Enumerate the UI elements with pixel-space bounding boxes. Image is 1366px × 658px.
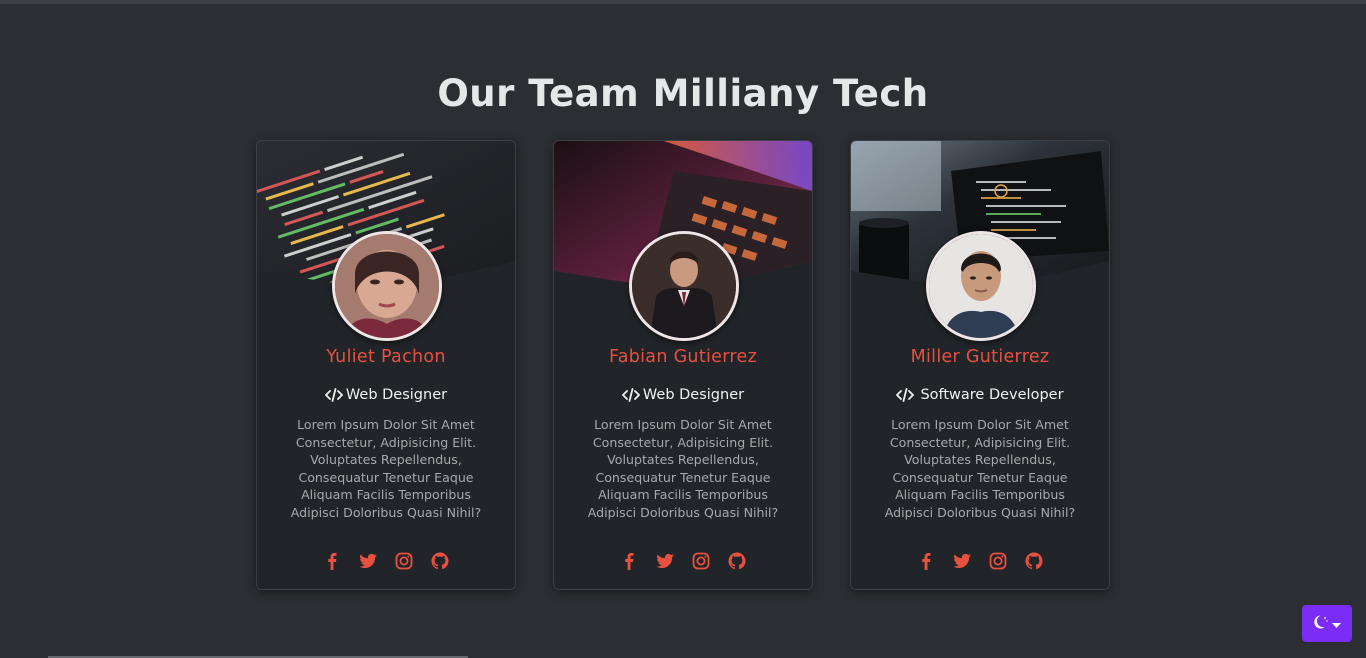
- instagram-icon[interactable]: [691, 551, 711, 571]
- social-links: [851, 551, 1109, 571]
- avatar: [926, 231, 1036, 341]
- member-name: Yuliet Pachon: [326, 347, 446, 367]
- github-icon[interactable]: [1024, 551, 1044, 571]
- team-card: Yuliet Pachon Web Designer Lorem Ipsum D…: [256, 140, 516, 590]
- instagram-icon[interactable]: [394, 551, 414, 571]
- team-card: Fabian Gutierrez Web Designer Lorem Ipsu…: [553, 140, 813, 590]
- twitter-icon[interactable]: [358, 551, 378, 571]
- member-name: Fabian Gutierrez: [608, 347, 758, 367]
- instagram-icon[interactable]: [988, 551, 1008, 571]
- facebook-icon[interactable]: [322, 551, 342, 571]
- member-name: Miller Gutierrez: [910, 347, 1050, 367]
- social-links: [257, 551, 515, 571]
- member-role: Software Developer: [851, 387, 1109, 403]
- member-description: Lorem Ipsum Dolor Sit Amet Consectetur, …: [884, 417, 1076, 520]
- member-role: Web Designer: [554, 387, 812, 403]
- code-icon: [896, 388, 915, 402]
- social-links: [554, 551, 812, 571]
- twitter-icon[interactable]: [655, 551, 675, 571]
- facebook-icon[interactable]: [916, 551, 936, 571]
- moon-icon: [1313, 614, 1329, 634]
- member-role-label: Web Designer: [345, 387, 448, 403]
- avatar: [332, 231, 442, 341]
- member-description: Lorem Ipsum Dolor Sit Amet Consectetur, …: [587, 417, 779, 520]
- team-card: Miller Gutierrez Software Developer Lore…: [850, 140, 1110, 590]
- avatar: [629, 231, 739, 341]
- github-icon[interactable]: [727, 551, 747, 571]
- code-icon: [324, 388, 343, 402]
- twitter-icon[interactable]: [952, 551, 972, 571]
- member-description: Lorem Ipsum Dolor Sit Amet Consectetur, …: [290, 417, 482, 520]
- github-icon[interactable]: [430, 551, 450, 571]
- caret-down-icon: [1332, 614, 1341, 633]
- top-bar: [0, 0, 1366, 4]
- member-role-label: Web Designer: [642, 387, 745, 403]
- member-role-label: Software Developer: [920, 387, 1064, 403]
- facebook-icon[interactable]: [619, 551, 639, 571]
- theme-toggle-button[interactable]: [1302, 605, 1352, 642]
- page-title: Our Team Milliany Tech: [437, 72, 929, 115]
- code-icon: [621, 388, 640, 402]
- member-role: Web Designer: [257, 387, 515, 403]
